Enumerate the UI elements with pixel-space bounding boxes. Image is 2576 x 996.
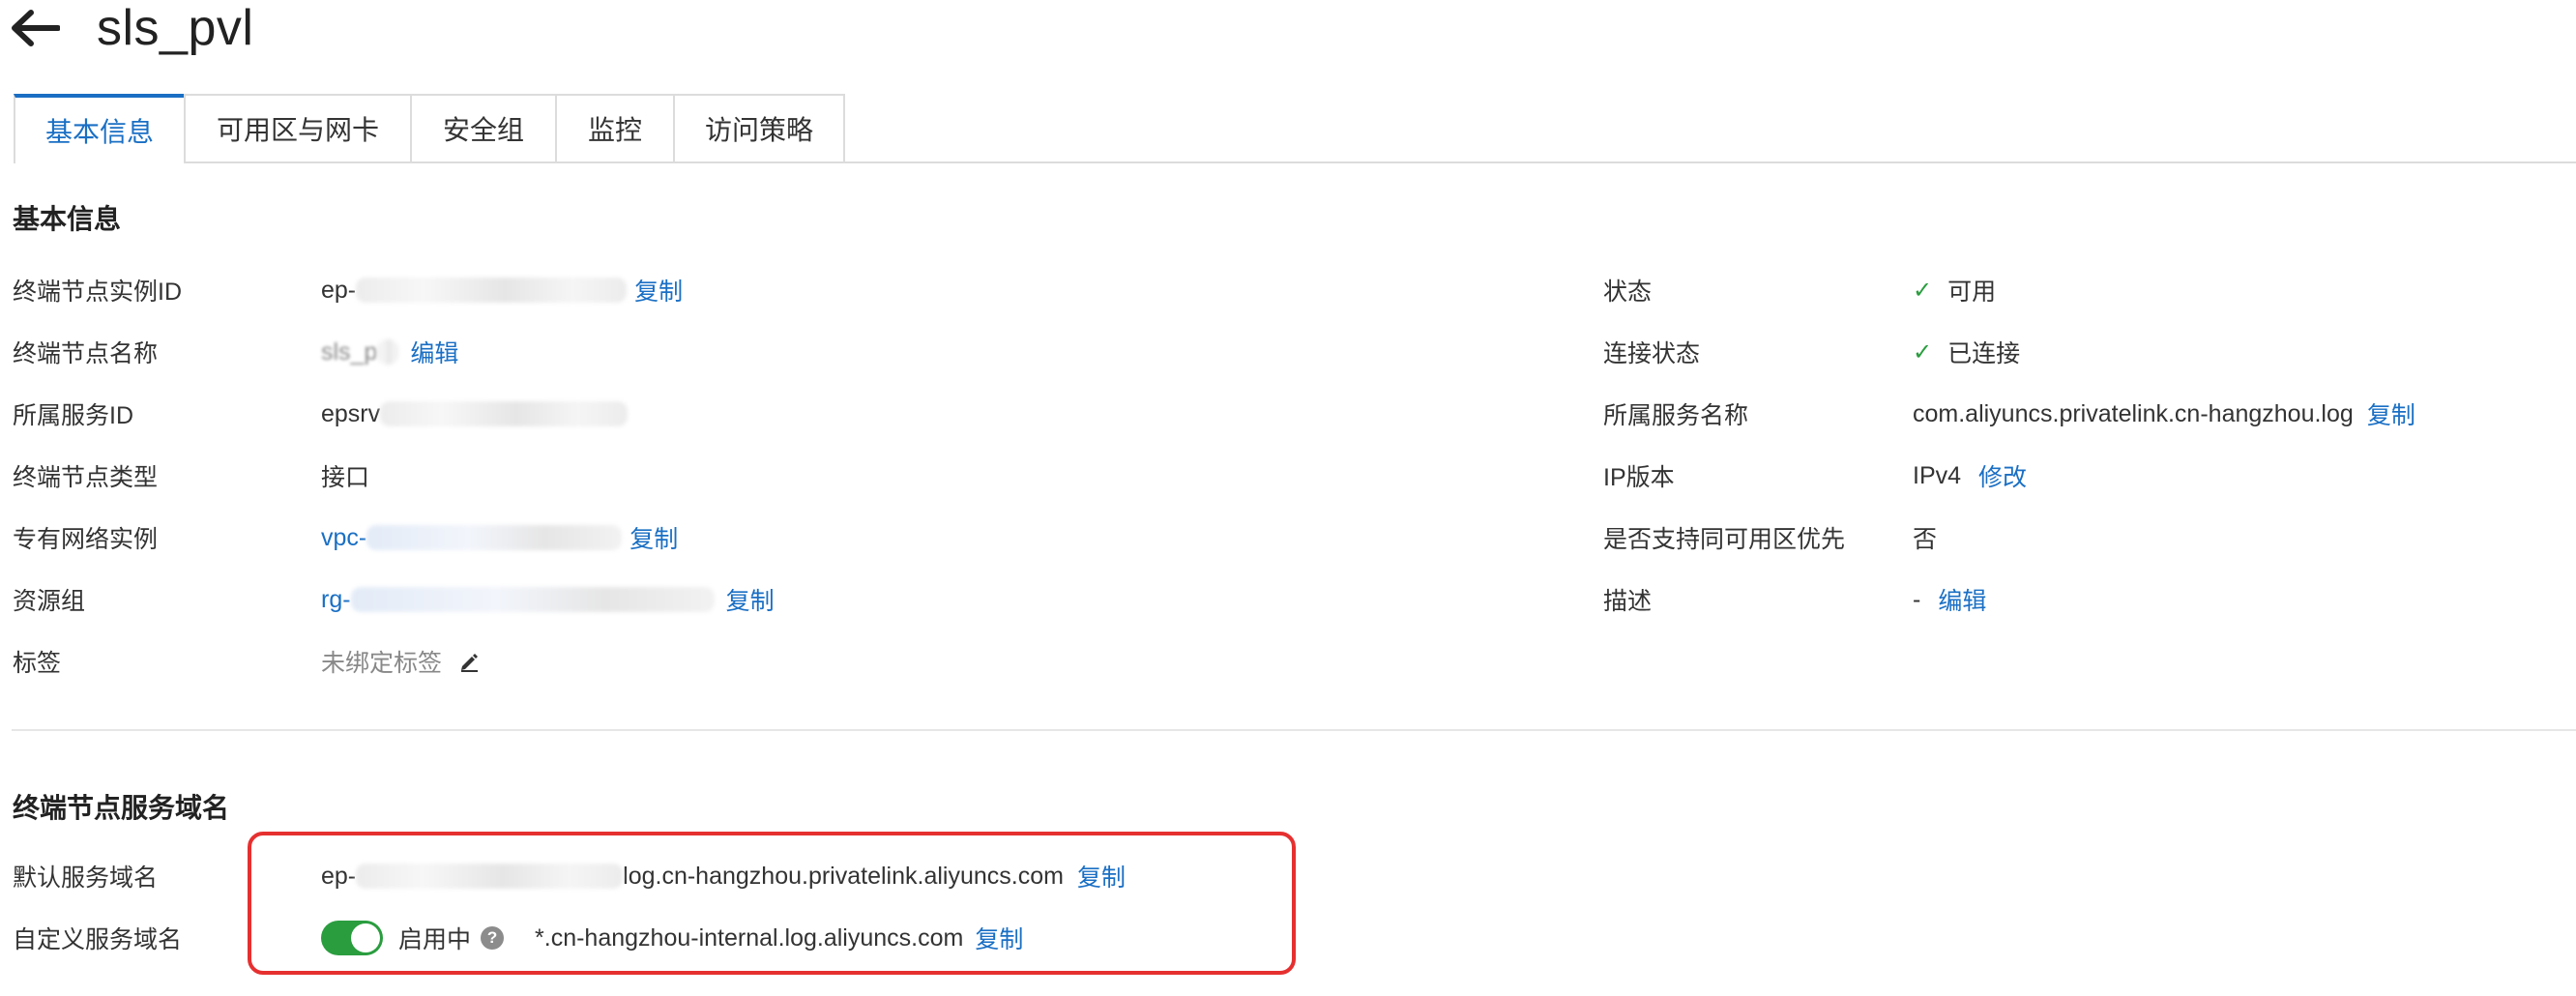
copy-resource-group-link[interactable]: 复制 (726, 582, 775, 617)
redacted-text (350, 587, 715, 612)
status-text: 可用 (1947, 278, 1997, 306)
copy-service-name-link[interactable]: 复制 (2367, 396, 2415, 431)
description-text: - (1913, 585, 1921, 613)
highlight-box (248, 832, 1296, 975)
connection-status-row: 连接状态 (1603, 333, 1700, 371)
default-domain-label: 默认服务域名 (13, 864, 159, 892)
status-label: 状态 (1603, 278, 1653, 306)
endpoint-id-row: 终端节点实例ID (13, 271, 182, 309)
tab-monitoring[interactable]: 监控 (555, 94, 675, 161)
tab-access-policy[interactable]: 访问策略 (673, 94, 845, 161)
endpoint-name-value: sls_p 编辑 (321, 333, 458, 371)
connection-status-text: 已连接 (1947, 340, 2021, 367)
tags-row: 标签 (13, 642, 61, 681)
endpoint-name-prefix: sls_p (321, 337, 378, 366)
ip-version-text: IPv4 (1913, 461, 1962, 489)
same-zone-label: 是否支持同可用区优先 (1603, 526, 1846, 553)
service-name-value: com.aliyuncs.privatelink.cn-hangzhou.log… (1913, 395, 2415, 433)
redacted-text (356, 278, 628, 303)
redacted-text (380, 401, 629, 426)
tags-empty-text: 未绑定标签 (321, 650, 443, 677)
service-name-text: com.aliyuncs.privatelink.cn-hangzhou.log (1913, 399, 2354, 427)
custom-domain-row: 自定义服务域名 (13, 919, 182, 957)
tab-zones-nics[interactable]: 可用区与网卡 (184, 94, 412, 161)
service-id-row: 所属服务ID (13, 395, 133, 433)
resource-group-label: 资源组 (13, 588, 86, 615)
service-name-row: 所属服务名称 (1603, 395, 1748, 433)
resource-group-row: 资源组 (13, 580, 85, 619)
custom-domain-label: 自定义服务域名 (13, 926, 183, 953)
edit-endpoint-name-link[interactable]: 编辑 (410, 335, 458, 369)
redacted-text (377, 339, 399, 365)
page-title: sls_pvl (97, 0, 254, 56)
description-value: - 编辑 (1913, 580, 1986, 619)
ip-version-row: IP版本 (1603, 456, 1675, 495)
tags-label: 标签 (13, 650, 62, 677)
endpoint-id-prefix: ep- (321, 276, 357, 304)
copy-endpoint-id-link[interactable]: 复制 (634, 273, 683, 308)
edit-tags-icon[interactable] (457, 650, 481, 673)
connection-status-label: 连接状态 (1603, 340, 1701, 367)
page-header: sls_pvl (10, 0, 253, 62)
service-name-label: 所属服务名称 (1603, 402, 1749, 429)
service-id-prefix: epsrv (321, 399, 381, 427)
edit-description-link[interactable]: 编辑 (1938, 582, 1986, 617)
endpoint-id-label: 终端节点实例ID (13, 278, 183, 306)
resource-group-link[interactable]: rg- (321, 586, 351, 614)
modify-ip-version-link[interactable]: 修改 (1978, 458, 2027, 493)
tab-basic-info[interactable]: 基本信息 (14, 94, 186, 163)
endpoint-type-row: 终端节点类型 (13, 456, 158, 495)
domain-section-title: 终端节点服务域名 (13, 793, 230, 823)
check-icon: ✓ (1913, 338, 1933, 366)
service-id-value: epsrv (321, 395, 629, 433)
vpc-row: 专有网络实例 (13, 518, 158, 557)
vpc-link[interactable]: vpc- (321, 524, 366, 552)
ip-version-value: IPv4 修改 (1913, 456, 2027, 495)
redacted-text (366, 525, 623, 550)
vpc-value: vpc- 复制 (321, 518, 678, 557)
check-icon: ✓ (1913, 277, 1933, 304)
tab-security-groups[interactable]: 安全组 (410, 94, 557, 161)
status-value: ✓ 可用 (1913, 271, 1996, 309)
basic-info-title: 基本信息 (13, 204, 122, 234)
endpoint-type-value: 接口 (321, 464, 370, 491)
vpc-label: 专有网络实例 (13, 526, 159, 553)
section-divider (12, 729, 2576, 731)
resource-group-value: rg- 复制 (321, 580, 775, 619)
endpoint-name-row: 终端节点名称 (13, 333, 158, 371)
same-zone-row: 是否支持同可用区优先 (1603, 518, 1845, 557)
tab-bar: 基本信息 可用区与网卡 安全组 监控 访问策略 (14, 94, 2576, 163)
endpoint-type-label: 终端节点类型 (13, 464, 159, 491)
same-zone-value: 否 (1913, 526, 1938, 553)
connection-status-value: ✓ 已连接 (1913, 333, 2020, 371)
endpoint-id-value: ep- 复制 (321, 271, 683, 309)
tags-value: 未绑定标签 (321, 642, 481, 681)
ip-version-label: IP版本 (1603, 464, 1675, 491)
status-row: 状态 (1603, 271, 1652, 309)
description-row: 描述 (1603, 580, 1652, 619)
endpoint-name-label: 终端节点名称 (13, 340, 159, 367)
default-domain-row: 默认服务域名 (13, 857, 158, 895)
description-label: 描述 (1603, 588, 1653, 615)
back-arrow-icon[interactable] (10, 4, 68, 52)
copy-vpc-link[interactable]: 复制 (629, 520, 678, 555)
service-id-label: 所属服务ID (13, 402, 134, 429)
